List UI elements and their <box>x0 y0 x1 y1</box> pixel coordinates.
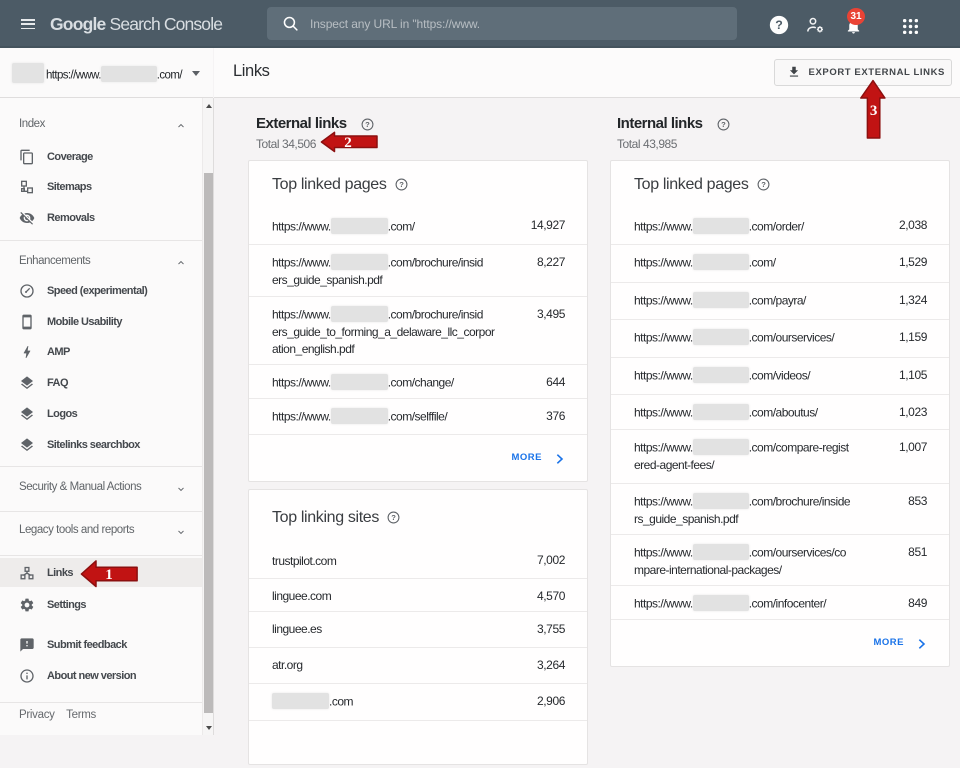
svg-text:?: ? <box>761 180 766 189</box>
svg-text:?: ? <box>365 120 370 129</box>
svg-text:?: ? <box>775 18 783 32</box>
svg-text:2: 2 <box>344 135 352 151</box>
svg-text:?: ? <box>399 180 404 189</box>
svg-text:?: ? <box>391 513 396 522</box>
svg-text:?: ? <box>721 120 726 129</box>
svg-text:3: 3 <box>870 103 878 119</box>
svg-text:1: 1 <box>105 567 113 583</box>
